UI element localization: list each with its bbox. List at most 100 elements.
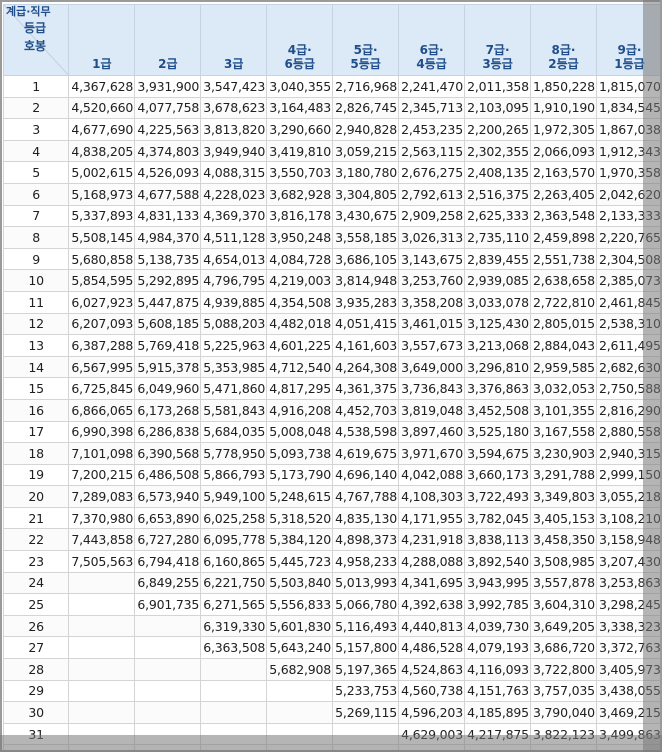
salary-cell[interactable]: 5,503,840 <box>266 571 334 595</box>
salary-cell[interactable]: 3,059,215 <box>332 139 400 163</box>
salary-cell[interactable]: 4,677,690 <box>68 118 136 141</box>
salary-cell[interactable]: 5,556,833 <box>266 593 334 616</box>
step-number-cell[interactable]: 26 <box>2 614 70 638</box>
salary-cell[interactable]: 6,027,923 <box>68 290 136 314</box>
salary-cell[interactable]: 3,461,015 <box>398 312 466 336</box>
salary-cell[interactable]: 5,225,963 <box>200 334 268 357</box>
step-number-cell[interactable]: 32 <box>2 744 70 750</box>
salary-cell[interactable]: 2,163,570 <box>530 161 597 184</box>
salary-cell[interactable]: 4,659,958 <box>398 744 466 750</box>
salary-cell[interactable] <box>595 744 660 750</box>
salary-cell[interactable]: 4,231,918 <box>398 528 466 552</box>
salary-cell[interactable]: 6,173,268 <box>134 398 202 422</box>
salary-cell[interactable]: 2,909,258 <box>398 204 466 228</box>
salary-cell[interactable]: 3,298,245 <box>595 593 660 616</box>
salary-cell[interactable]: 4,039,730 <box>464 614 532 638</box>
step-number-cell[interactable]: 28 <box>2 658 70 681</box>
salary-cell[interactable]: 2,200,265 <box>464 118 532 141</box>
salary-cell[interactable]: 2,722,810 <box>530 290 597 314</box>
salary-cell[interactable]: 4,654,013 <box>200 247 268 271</box>
salary-cell[interactable]: 3,033,078 <box>464 290 532 314</box>
salary-cell[interactable]: 3,253,863 <box>595 571 660 595</box>
salary-cell[interactable]: 3,143,675 <box>398 247 466 271</box>
salary-cell[interactable]: 6,049,960 <box>134 377 202 400</box>
salary-cell[interactable]: 3,101,355 <box>530 398 597 422</box>
salary-cell[interactable]: 3,469,215 <box>595 701 660 724</box>
salary-cell[interactable]: 3,682,928 <box>266 182 334 206</box>
salary-cell[interactable]: 5,233,753 <box>332 679 400 703</box>
step-number-cell[interactable]: 14 <box>2 355 70 379</box>
salary-cell[interactable]: 3,935,283 <box>332 290 400 314</box>
step-number-cell[interactable]: 6 <box>2 182 70 206</box>
salary-cell[interactable]: 2,042,620 <box>595 182 660 206</box>
salary-cell[interactable]: 3,508,985 <box>530 550 597 573</box>
salary-cell[interactable]: 4,838,205 <box>68 139 136 163</box>
salary-cell[interactable]: 3,819,048 <box>398 398 466 422</box>
salary-cell[interactable]: 5,197,365 <box>332 658 400 681</box>
salary-cell[interactable] <box>134 744 202 750</box>
salary-cell[interactable]: 2,563,115 <box>398 139 466 163</box>
salary-cell[interactable]: 4,526,093 <box>134 161 202 184</box>
salary-cell[interactable]: 5,088,203 <box>200 312 268 336</box>
step-number-cell[interactable]: 19 <box>2 463 70 487</box>
salary-cell[interactable]: 3,660,173 <box>464 463 532 487</box>
salary-cell[interactable]: 2,461,845 <box>595 290 660 314</box>
salary-cell[interactable] <box>266 701 334 724</box>
step-number-cell[interactable]: 8 <box>2 226 70 249</box>
salary-cell[interactable]: 6,486,508 <box>134 463 202 487</box>
salary-cell[interactable]: 2,263,405 <box>530 182 597 206</box>
salary-cell[interactable]: 3,757,035 <box>530 679 597 703</box>
salary-cell[interactable] <box>68 679 136 703</box>
salary-cell[interactable]: 2,792,613 <box>398 182 466 206</box>
salary-cell[interactable]: 2,611,495 <box>595 334 660 357</box>
salary-cell[interactable]: 2,816,290 <box>595 398 660 422</box>
salary-cell[interactable]: 2,750,588 <box>595 377 660 400</box>
salary-cell[interactable]: 6,286,838 <box>134 420 202 444</box>
salary-cell[interactable]: 4,898,373 <box>332 528 400 552</box>
step-number-cell[interactable]: 3 <box>2 118 70 141</box>
salary-cell[interactable]: 4,538,598 <box>332 420 400 444</box>
salary-cell[interactable]: 3,816,178 <box>266 204 334 228</box>
salary-cell[interactable]: 2,385,073 <box>595 269 660 292</box>
step-number-cell[interactable]: 1 <box>2 75 70 98</box>
salary-cell[interactable]: 7,443,858 <box>68 528 136 552</box>
salary-cell[interactable]: 2,453,235 <box>398 118 466 141</box>
salary-cell[interactable]: 6,390,568 <box>134 442 202 465</box>
salary-cell[interactable]: 2,959,585 <box>530 355 597 379</box>
salary-cell[interactable]: 3,649,000 <box>398 355 466 379</box>
salary-cell[interactable]: 3,458,350 <box>530 528 597 552</box>
salary-cell[interactable]: 6,990,398 <box>68 420 136 444</box>
salary-cell[interactable]: 1,834,545 <box>595 96 660 120</box>
salary-cell[interactable]: 4,601,225 <box>266 334 334 357</box>
salary-cell[interactable]: 5,173,790 <box>266 463 334 487</box>
salary-cell[interactable]: 2,880,558 <box>595 420 660 444</box>
salary-cell[interactable]: 5,269,115 <box>332 701 400 724</box>
step-number-cell[interactable]: 27 <box>2 636 70 660</box>
salary-cell[interactable]: 5,168,973 <box>68 182 136 206</box>
salary-cell[interactable]: 5,608,185 <box>134 312 202 336</box>
salary-cell[interactable]: 3,419,810 <box>266 139 334 163</box>
salary-cell[interactable]: 4,524,863 <box>398 658 466 681</box>
salary-cell[interactable]: 3,304,805 <box>332 182 400 206</box>
salary-cell[interactable]: 5,471,860 <box>200 377 268 400</box>
salary-cell[interactable]: 4,051,415 <box>332 312 400 336</box>
salary-cell[interactable]: 3,649,205 <box>530 614 597 638</box>
step-number-cell[interactable]: 24 <box>2 571 70 595</box>
salary-cell[interactable]: 4,452,703 <box>332 398 400 422</box>
salary-cell[interactable] <box>68 701 136 724</box>
salary-cell[interactable]: 6,387,288 <box>68 334 136 357</box>
salary-cell[interactable]: 4,596,203 <box>398 701 466 724</box>
salary-cell[interactable]: 2,625,333 <box>464 204 532 228</box>
salary-cell[interactable]: 6,725,845 <box>68 377 136 400</box>
salary-cell[interactable]: 4,392,638 <box>398 593 466 616</box>
step-number-cell[interactable]: 18 <box>2 442 70 465</box>
salary-cell[interactable]: 4,042,088 <box>398 463 466 487</box>
salary-cell[interactable]: 4,486,528 <box>398 636 466 660</box>
salary-cell[interactable]: 3,550,703 <box>266 161 334 184</box>
salary-cell[interactable] <box>134 722 202 746</box>
salary-cell[interactable]: 2,839,455 <box>464 247 532 271</box>
salary-cell[interactable]: 6,363,508 <box>200 636 268 660</box>
salary-cell[interactable]: 2,551,738 <box>530 247 597 271</box>
salary-cell[interactable]: 4,171,955 <box>398 506 466 530</box>
salary-cell[interactable]: 4,228,023 <box>200 182 268 206</box>
